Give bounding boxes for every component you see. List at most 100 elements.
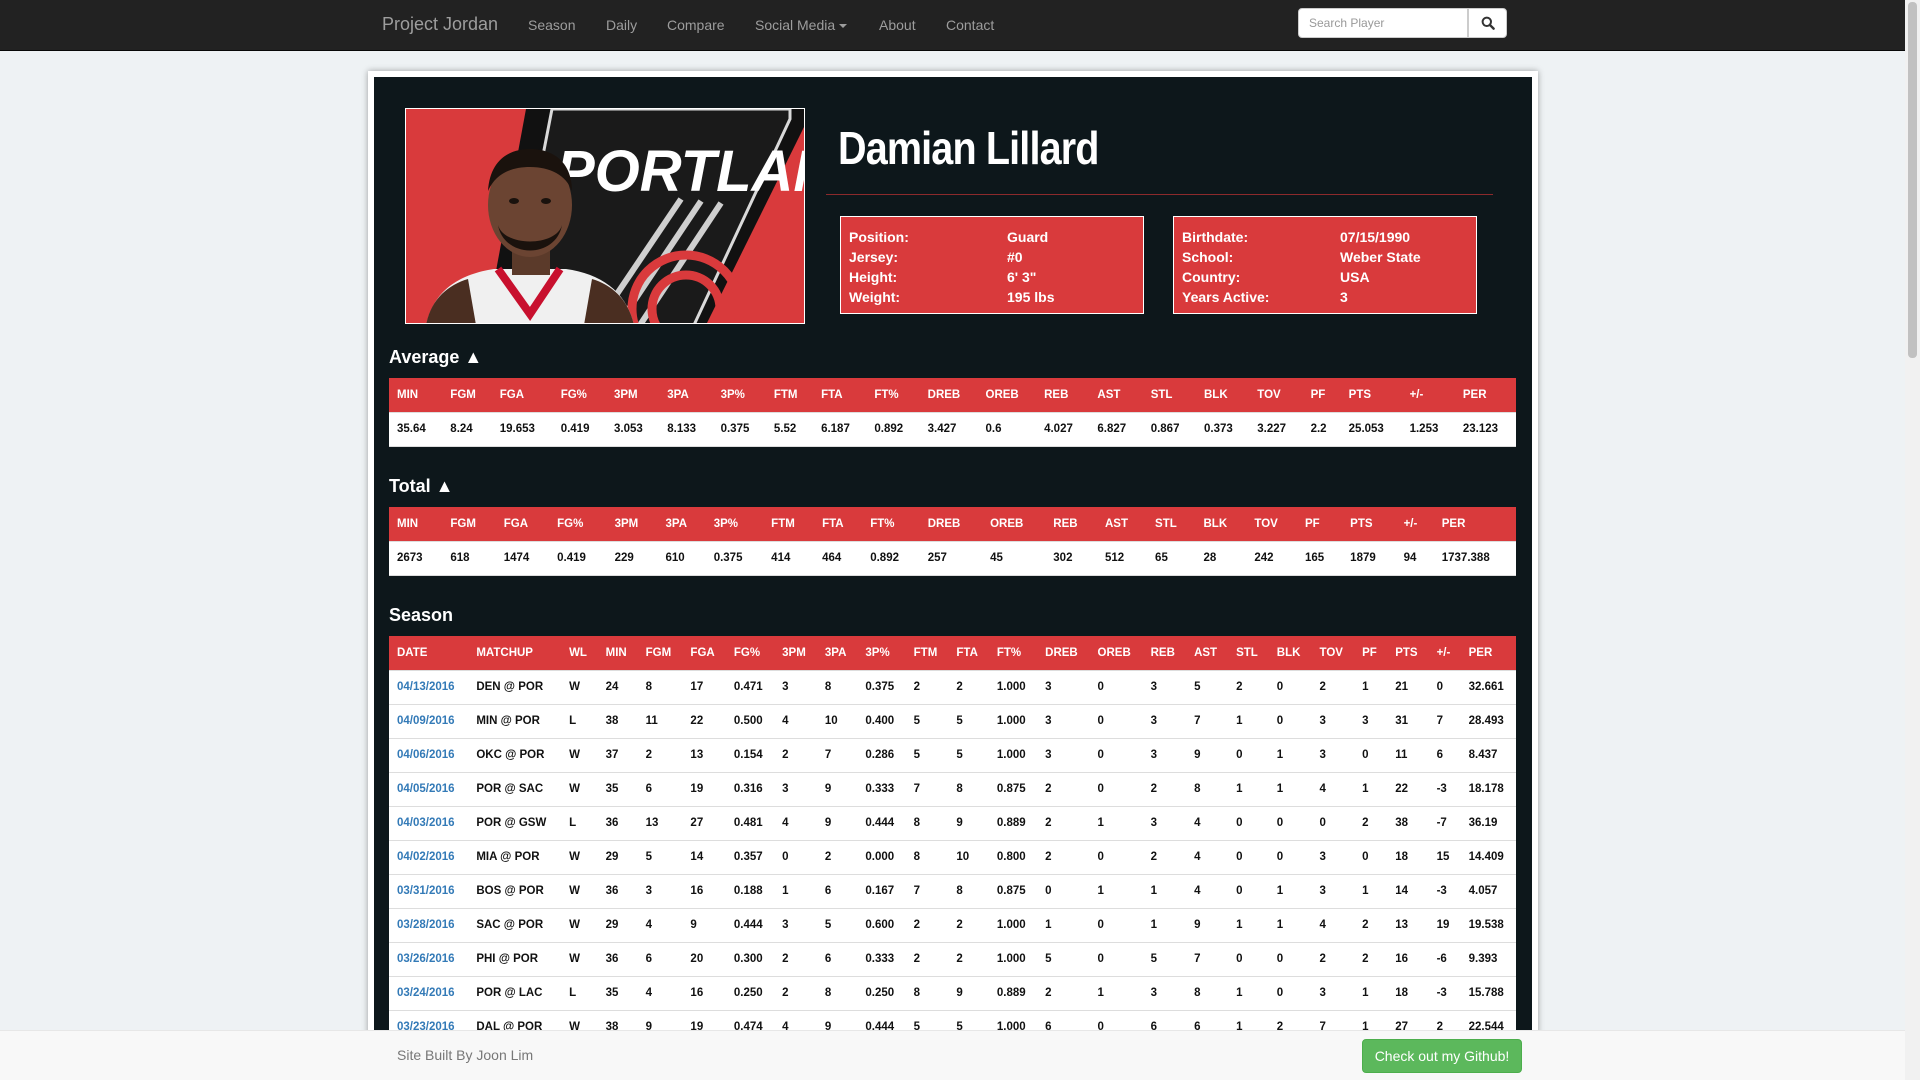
stat-cell-plus-minus: 94	[1395, 540, 1434, 576]
season-section-title: Season	[389, 605, 454, 625]
stat-cell-matchup: BOS @ POR	[468, 873, 562, 908]
average-header-row: MIN FGM FGA FG% 3PM 3PA 3P% FTM FTA FT% DREB OREB RE…	[389, 378, 1516, 412]
stat-cell-reb: 1	[1142, 873, 1187, 908]
column-header-ftm: FTM	[765, 378, 814, 412]
info-row-height: Height: 6' 3"	[849, 267, 1135, 287]
stat-cell-wl: W	[561, 737, 598, 772]
column-header-ft-pct: FT%	[866, 378, 920, 412]
table-row: 04/03/2016 POR @ GSW L 36 13 27 0.481 4 9 0.444 8 9…	[389, 805, 1516, 840]
total-section-toggle[interactable]: Total ▲	[389, 476, 453, 497]
stat-cell-pts: 16	[1387, 941, 1429, 976]
stat-cell-per: 8.437	[1460, 737, 1516, 772]
column-header-plus-minus: +/-	[1428, 636, 1461, 670]
total-header-row: MIN FGM FGA FG% 3PM 3PA 3P% FTM FTA FT% DREB OREB RE…	[389, 507, 1516, 541]
stat-cell-matchup: POR @ LAC	[468, 975, 562, 1010]
stat-cell-dreb: 3	[1037, 669, 1090, 704]
stat-cell-stl: 1	[1228, 771, 1269, 806]
info-value: #0	[1007, 249, 1023, 265]
stat-cell-fg-pct: 0.481	[725, 805, 775, 840]
github-button[interactable]: Check out my Github!	[1362, 1039, 1522, 1073]
stat-cell-3pa: 610	[657, 540, 706, 576]
stat-cell-ftm: 7	[905, 771, 949, 806]
stat-cell-dreb: 3	[1037, 737, 1090, 772]
stat-cell-per: 23.123	[1454, 411, 1516, 447]
column-header-3pm: 3PM	[606, 507, 658, 541]
stat-cell-3p-pct: 0.286	[857, 737, 906, 772]
column-header-blk: BLK	[1195, 378, 1250, 412]
stat-cell-min: 29	[597, 839, 638, 874]
stat-cell-matchup: OKC @ POR	[468, 737, 562, 772]
info-label: School:	[1182, 249, 1234, 265]
game-date-link[interactable]: 04/09/2016	[389, 703, 469, 738]
column-header-3pm: 3PM	[605, 378, 660, 412]
nav-daily[interactable]: Daily	[606, 17, 637, 33]
page-scrollbar[interactable]	[1905, 0, 1920, 1080]
nav-season[interactable]: Season	[528, 17, 575, 33]
nav-about[interactable]: About	[879, 17, 916, 33]
stat-cell-tov: 3.227	[1249, 411, 1303, 447]
caret-down-icon	[839, 24, 848, 29]
search-player-input[interactable]	[1298, 8, 1468, 38]
game-date-link[interactable]: 04/05/2016	[389, 771, 469, 806]
stat-cell-wl: W	[561, 839, 598, 874]
nav-social-media[interactable]: Social Media	[755, 17, 848, 33]
game-date-link[interactable]: 03/28/2016	[389, 907, 469, 942]
table-row: 03/28/2016 SAC @ POR W 29 4 9 0.444 3 5 0.600 2 2 1.…	[389, 907, 1516, 942]
stat-cell-ast: 4	[1186, 839, 1229, 874]
nav-compare[interactable]: Compare	[667, 17, 725, 33]
stat-cell-matchup: SAC @ POR	[468, 907, 562, 942]
column-header-fgm: FGM	[442, 507, 496, 541]
column-header-pts: PTS	[1342, 507, 1396, 541]
average-section-toggle[interactable]: Average ▲	[389, 347, 482, 368]
column-header-fga: FGA	[682, 636, 726, 670]
column-header-date: DATE	[389, 636, 469, 670]
stat-cell-stl: 0	[1228, 873, 1269, 908]
brand-link[interactable]: Project Jordan	[382, 14, 498, 35]
stat-cell-per: 9.393	[1460, 941, 1516, 976]
stat-cell-stl: 0	[1228, 805, 1269, 840]
stat-cell-fg-pct: 0.154	[725, 737, 775, 772]
stat-cell-3p-pct: 0.400	[857, 703, 906, 738]
stat-cell-3p-pct: 0.333	[857, 941, 906, 976]
stat-cell-3pa: 6	[816, 941, 858, 976]
stat-cell-pf: 2	[1354, 941, 1388, 976]
search-button[interactable]	[1468, 8, 1507, 38]
column-header-dreb: DREB	[919, 507, 983, 541]
game-date-link[interactable]: 04/02/2016	[389, 839, 469, 874]
game-date-link[interactable]: 03/24/2016	[389, 975, 469, 1010]
nav-contact[interactable]: Contact	[946, 17, 994, 33]
stat-cell-ast: 9	[1186, 907, 1229, 942]
info-value: USA	[1340, 269, 1370, 285]
table-row: 03/24/2016 POR @ LAC L 35 4 16 0.250 2 8 0.250 8 9 0…	[389, 975, 1516, 1010]
game-date-link[interactable]: 04/03/2016	[389, 805, 469, 840]
stat-cell-plus-minus: 1.253	[1401, 411, 1455, 447]
stat-cell-pts: 18	[1387, 975, 1429, 1010]
stat-cell-pts: 31	[1387, 703, 1429, 738]
stat-cell-3pm: 4	[774, 703, 817, 738]
stat-cell-fgm: 11	[637, 703, 683, 738]
stat-cell-dreb: 0	[1037, 873, 1090, 908]
table-row: 04/13/2016 DEN @ POR W 24 8 17 0.471 3 8 0.375 2 2 1…	[389, 669, 1516, 704]
game-date-link[interactable]: 03/31/2016	[389, 873, 469, 908]
column-header-oreb: OREB	[977, 378, 1037, 412]
column-header-ast: AST	[1096, 507, 1148, 541]
stat-cell-tov: 0	[1311, 805, 1355, 840]
column-header-ftm: FTM	[905, 636, 949, 670]
stat-cell-ft-pct: 0.889	[988, 805, 1038, 840]
stat-cell-3pm: 229	[606, 540, 658, 576]
scrollbar-thumb[interactable]	[1908, 2, 1917, 358]
stat-cell-matchup: DEN @ POR	[468, 669, 562, 704]
game-date-link[interactable]: 04/06/2016	[389, 737, 469, 772]
column-header-wl: WL	[561, 636, 598, 670]
table-row: 03/26/2016 PHI @ POR W 36 6 20 0.300 2 6 0.333 2 2 1…	[389, 941, 1516, 976]
game-date-link[interactable]: 03/26/2016	[389, 941, 469, 976]
stat-cell-tov: 2	[1311, 669, 1355, 704]
stat-cell-min: 24	[597, 669, 638, 704]
stat-cell-fgm: 13	[637, 805, 683, 840]
game-date-link[interactable]: 04/13/2016	[389, 669, 469, 704]
stat-cell-blk: 0	[1268, 669, 1312, 704]
footer-credit: Site Built By Joon Lim	[397, 1047, 534, 1063]
stat-cell-blk: 0	[1268, 941, 1312, 976]
stat-cell-oreb: 45	[982, 540, 1046, 576]
stat-cell-pf: 0	[1354, 839, 1388, 874]
